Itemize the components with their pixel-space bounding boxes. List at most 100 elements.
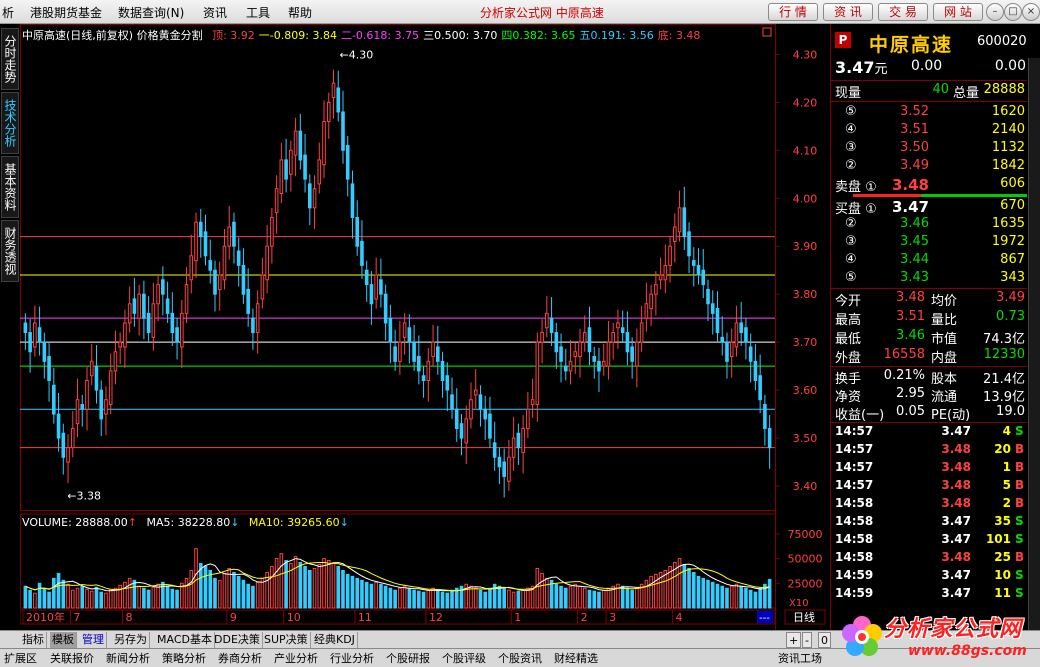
bid-ask-bar-sell [853, 194, 921, 197]
shortcut-extension[interactable]: 扩展区 [4, 650, 37, 667]
menu-item-help[interactable]: 帮助 [288, 4, 312, 21]
candle-body [246, 288, 250, 314]
stat-label: PE(动) [931, 408, 971, 423]
menu-item-data-query[interactable]: 数据查询(N) [118, 4, 184, 21]
candle-body [729, 341, 734, 358]
volume-bar [620, 585, 625, 609]
volume-bar [369, 583, 374, 609]
candle-body [161, 279, 165, 295]
chart-canvas[interactable]: 3.40 3.50 3.60 3.70 3.80 3.90 4.00 4.10 4.20 4.30… [20, 24, 830, 630]
nav-button-trade[interactable]: 交 易 [878, 3, 928, 21]
restore-icon[interactable]: □ [1004, 3, 1022, 21]
candle-body [748, 346, 753, 362]
tick-volume: 2 [1002, 496, 1011, 510]
close-icon[interactable]: × [1022, 3, 1040, 21]
shortcut-strategy[interactable]: 策略分析 [162, 650, 206, 667]
stat-value: 0.05 [896, 404, 925, 419]
tick-time: 14:59 [835, 568, 874, 582]
shortcut-stock-news[interactable]: 个股资讯 [498, 650, 542, 667]
shortcut-sector[interactable]: 行业分析 [330, 650, 374, 667]
shortcut-info-workshop[interactable]: 资讯工场 [778, 650, 822, 667]
volume-bar [146, 589, 151, 609]
tab-finance[interactable]: 财务透视 [1, 220, 19, 282]
buy1-price: 3.47 [891, 198, 929, 216]
toolbar-sup[interactable]: SUP决策 [262, 632, 311, 648]
candle-body [104, 399, 108, 415]
volume-bar [554, 583, 559, 609]
date-tick-label: 9 [230, 611, 237, 624]
period-label[interactable]: 日线 [793, 610, 815, 624]
volume-bar [217, 579, 222, 609]
volume-bar [123, 581, 127, 609]
toolbar-indicator[interactable]: 指标 [20, 632, 47, 648]
volume-bar [767, 578, 772, 609]
shortcut-related-quotes[interactable]: 关联报价 [50, 650, 94, 667]
menu-item-analysis[interactable]: 析 [2, 4, 14, 21]
tick-volume: 101 [985, 532, 1011, 546]
menu-item-news[interactable]: 资讯 [203, 4, 227, 21]
quote-panel-scrollbar[interactable] [1028, 58, 1040, 630]
volume-bar [364, 581, 369, 609]
volume-bar [450, 589, 454, 609]
volume-legend-vol: VOLUME: 28888.00 [22, 516, 128, 529]
tab-basic-info[interactable]: 基本资料 [1, 156, 19, 218]
nav-button-quotes[interactable]: 行 情 [768, 3, 818, 21]
date-tick-label: 4 [675, 611, 682, 624]
tab-technical[interactable]: 技术分析 [1, 92, 19, 154]
tick-direction: S [1015, 586, 1024, 600]
price-tick-label: 4.30 [793, 48, 818, 61]
toolbar-dde[interactable]: DDE决策 [212, 632, 263, 648]
shortcut-industry-chain[interactable]: 产业分析 [274, 650, 318, 667]
toolbar-kdj[interactable]: 经典KDJ [312, 632, 358, 648]
zoom-in-button[interactable]: + [786, 632, 802, 648]
legend-item-value: 3.65 [551, 29, 576, 42]
date-tick-label: 12 [429, 611, 443, 624]
candle-body [241, 264, 246, 295]
stat-label: 市值 [931, 332, 958, 347]
shortcut-finance-picks[interactable]: 财经精选 [554, 650, 598, 667]
volume-bar [545, 577, 549, 609]
price-change: 0.00 [911, 58, 943, 74]
shortcut-broker[interactable]: 券商分析 [218, 650, 262, 667]
zoom-out-button[interactable]: - [802, 632, 812, 648]
minimize-icon[interactable]: – [986, 3, 1004, 21]
tick-volume: 25 [994, 550, 1011, 564]
menu-item-hk-futures[interactable]: 港股期货基金 [30, 4, 102, 21]
corner-label[interactable]: --- [759, 613, 770, 624]
sell-row: ⑤ 3.52 1620 [831, 104, 1027, 122]
menu-item-tools[interactable]: 工具 [246, 4, 270, 21]
candle-body [355, 216, 360, 247]
candle-body [459, 423, 464, 439]
candle-body [654, 284, 658, 295]
nav-button-news[interactable]: 资 讯 [823, 3, 873, 21]
candle-body [582, 332, 587, 343]
toolbar-template[interactable]: 模板 [50, 632, 77, 648]
last-price-value: 3.47 [835, 58, 875, 77]
market-badge: P [835, 32, 851, 48]
kline-chart[interactable]: 3.40 3.50 3.60 3.70 3.80 3.90 4.00 4.10 4.20 4.30… [20, 24, 830, 630]
tick-volume: 10 [994, 568, 1011, 582]
volume-bar [478, 589, 483, 609]
level-price: 3.43 [900, 270, 929, 285]
zoom-reset-button[interactable]: 0 [818, 632, 831, 648]
tick-price: 3.48 [941, 478, 971, 492]
tab-intraday[interactable]: 分时走势 [1, 28, 19, 90]
candle-body [108, 370, 113, 405]
tick-time: 14:57 [835, 442, 874, 456]
toolbar-macd[interactable]: MACD基本 [155, 632, 215, 648]
level-volume: 1842 [991, 158, 1025, 173]
volume-bar [331, 562, 336, 609]
volume-bar [592, 590, 597, 609]
chart-expand-icon[interactable] [762, 27, 772, 37]
tick-volume: 11 [994, 586, 1011, 600]
nav-button-website[interactable]: 网 站 [933, 3, 983, 21]
stat-label: 换手 [835, 372, 862, 387]
volume-bar [189, 569, 194, 609]
shortcut-research[interactable]: 个股研报 [386, 650, 430, 667]
shortcut-rating[interactable]: 个股评级 [442, 650, 486, 667]
legend-item: 底: 3.48 [658, 29, 701, 42]
toolbar-manage[interactable]: 管理 [80, 632, 107, 648]
volume-bar [89, 590, 94, 609]
toolbar-save-as[interactable]: 另存为 [112, 632, 150, 648]
shortcut-news-analysis[interactable]: 新闻分析 [106, 650, 150, 667]
